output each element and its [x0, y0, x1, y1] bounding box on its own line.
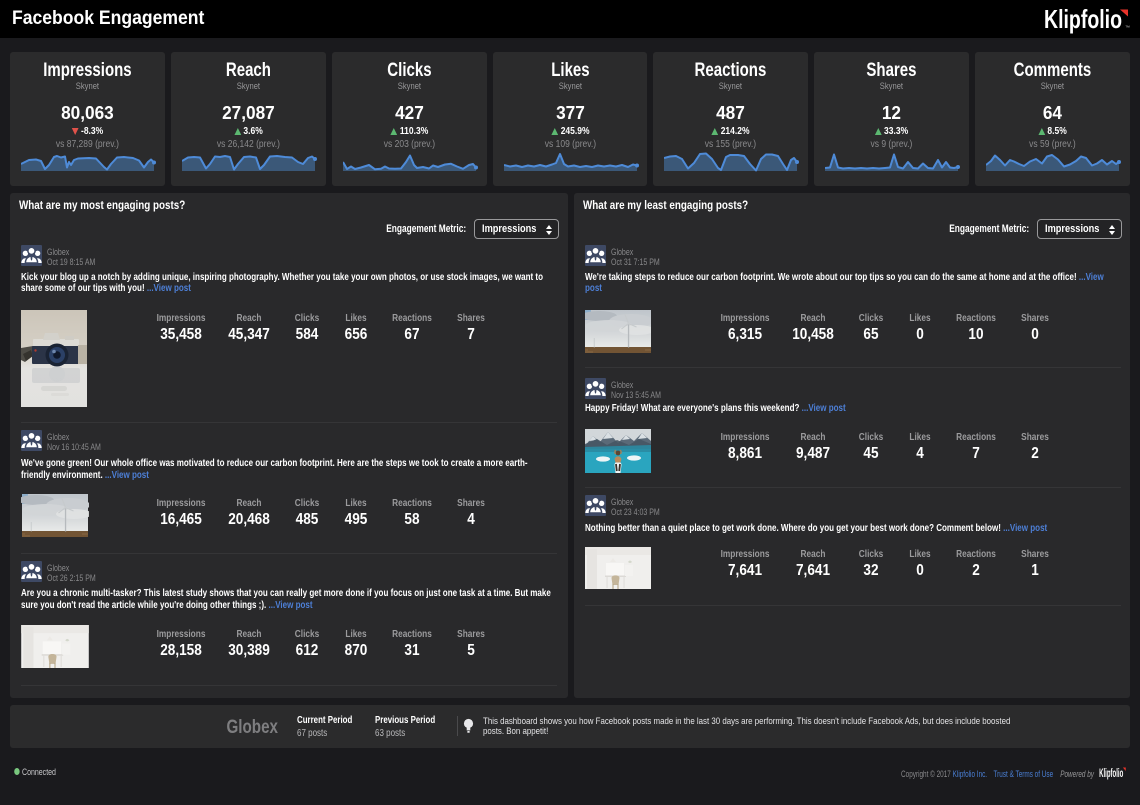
svg-text:Klipfolio: Klipfolio: [1044, 5, 1122, 34]
svg-text:Klipfolio: Klipfolio: [1099, 768, 1123, 780]
svg-text:™: ™: [1125, 25, 1130, 31]
